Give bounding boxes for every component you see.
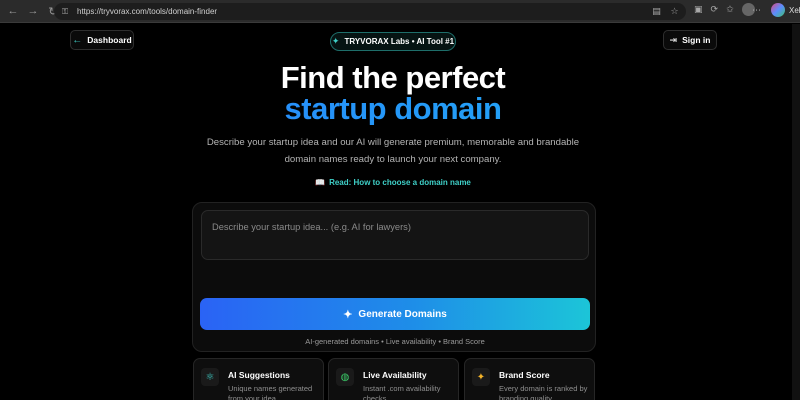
feature-text: Every domain is ranked by branding quali… xyxy=(499,384,588,400)
feature-title: AI Suggestions xyxy=(228,370,290,380)
more-menu-icon[interactable]: ⋯ xyxy=(752,5,761,16)
feature-card-brand-score: ✦ Brand Score Every domain is ranked by … xyxy=(464,358,595,400)
lab-badge: ✦ TRYVORAX Labs • AI Tool #1 xyxy=(330,32,456,51)
reader-mode-icon[interactable]: ▤ xyxy=(651,6,662,17)
browser-toolbar: ← → ↻ ⚿ https://tryvorax.com/tools/domai… xyxy=(0,0,800,23)
scrollbar[interactable] xyxy=(792,24,800,400)
guide-link[interactable]: 📖 Read: How to choose a domain name xyxy=(0,178,786,187)
login-icon: ⇥ xyxy=(669,34,678,45)
page-content: ← Dashboard ✦ TRYVORAX Labs • AI Tool #1… xyxy=(0,24,800,400)
dashboard-button[interactable]: ← Dashboard xyxy=(70,30,134,50)
guide-link-label: Read: How to choose a domain name xyxy=(329,178,471,187)
address-bar[interactable]: ⚿ https://tryvorax.com/tools/domain-find… xyxy=(54,3,686,20)
signin-button[interactable]: ⇥ Sign in xyxy=(663,30,717,50)
hero-description-line2: domain names ready to launch your next c… xyxy=(284,154,502,165)
copilot-icon[interactable] xyxy=(771,3,785,17)
globe-icon: ◍ xyxy=(336,368,354,386)
feature-title: Live Availability xyxy=(363,370,427,380)
feature-text: Unique names generated from your idea. xyxy=(228,384,313,400)
sparkle-icon: ✦ xyxy=(472,368,490,386)
brain-icon: ⚛ xyxy=(201,368,219,386)
hero-title-line2: startup domain xyxy=(0,93,786,125)
profile-button[interactable]: ⋯ Xel xyxy=(752,3,800,17)
sparkle-icon: ✦ xyxy=(343,308,353,321)
badge-label: TRYVORAX Labs • AI Tool #1 xyxy=(344,37,455,46)
refresh-ext-icon[interactable]: ⟳ xyxy=(711,4,719,15)
bookmark-star-icon[interactable]: ☆ xyxy=(669,6,680,17)
url-text: https://tryvorax.com/tools/domain-finder xyxy=(77,7,218,16)
idea-input[interactable] xyxy=(201,210,589,260)
signin-label: Sign in xyxy=(682,35,711,45)
book-icon: 📖 xyxy=(315,178,326,187)
generate-label: Generate Domains xyxy=(358,308,447,320)
feature-card-live-availability: ◍ Live Availability Instant .com availab… xyxy=(328,358,459,400)
dashboard-label: Dashboard xyxy=(87,35,132,45)
feature-card-ai-suggestions: ⚛ AI Suggestions Unique names generated … xyxy=(193,358,324,400)
sparkle-icon: ✦ xyxy=(331,36,340,46)
profile-name: Xel xyxy=(789,5,800,15)
favorites-icon[interactable]: ✩ xyxy=(726,4,734,15)
forward-icon[interactable]: → xyxy=(24,2,42,20)
feature-title: Brand Score xyxy=(499,370,550,380)
site-info-icon[interactable]: ⚿ xyxy=(62,7,71,16)
arrow-left-icon: ← xyxy=(72,34,83,46)
extensions-icon[interactable]: ▣ xyxy=(694,4,703,15)
generate-domains-button[interactable]: ✦ Generate Domains xyxy=(200,298,590,330)
feature-text: Instant .com availability checks. xyxy=(363,384,441,400)
back-icon[interactable]: ← xyxy=(4,2,22,20)
hero-description-line1: Describe your startup idea and our AI wi… xyxy=(206,137,580,148)
idea-form-card: ✦ Generate Domains AI-generated domains … xyxy=(192,202,596,352)
form-footnote: AI-generated domains • Live availability… xyxy=(305,337,485,346)
hero-title-line1: Find the perfect xyxy=(280,60,506,95)
